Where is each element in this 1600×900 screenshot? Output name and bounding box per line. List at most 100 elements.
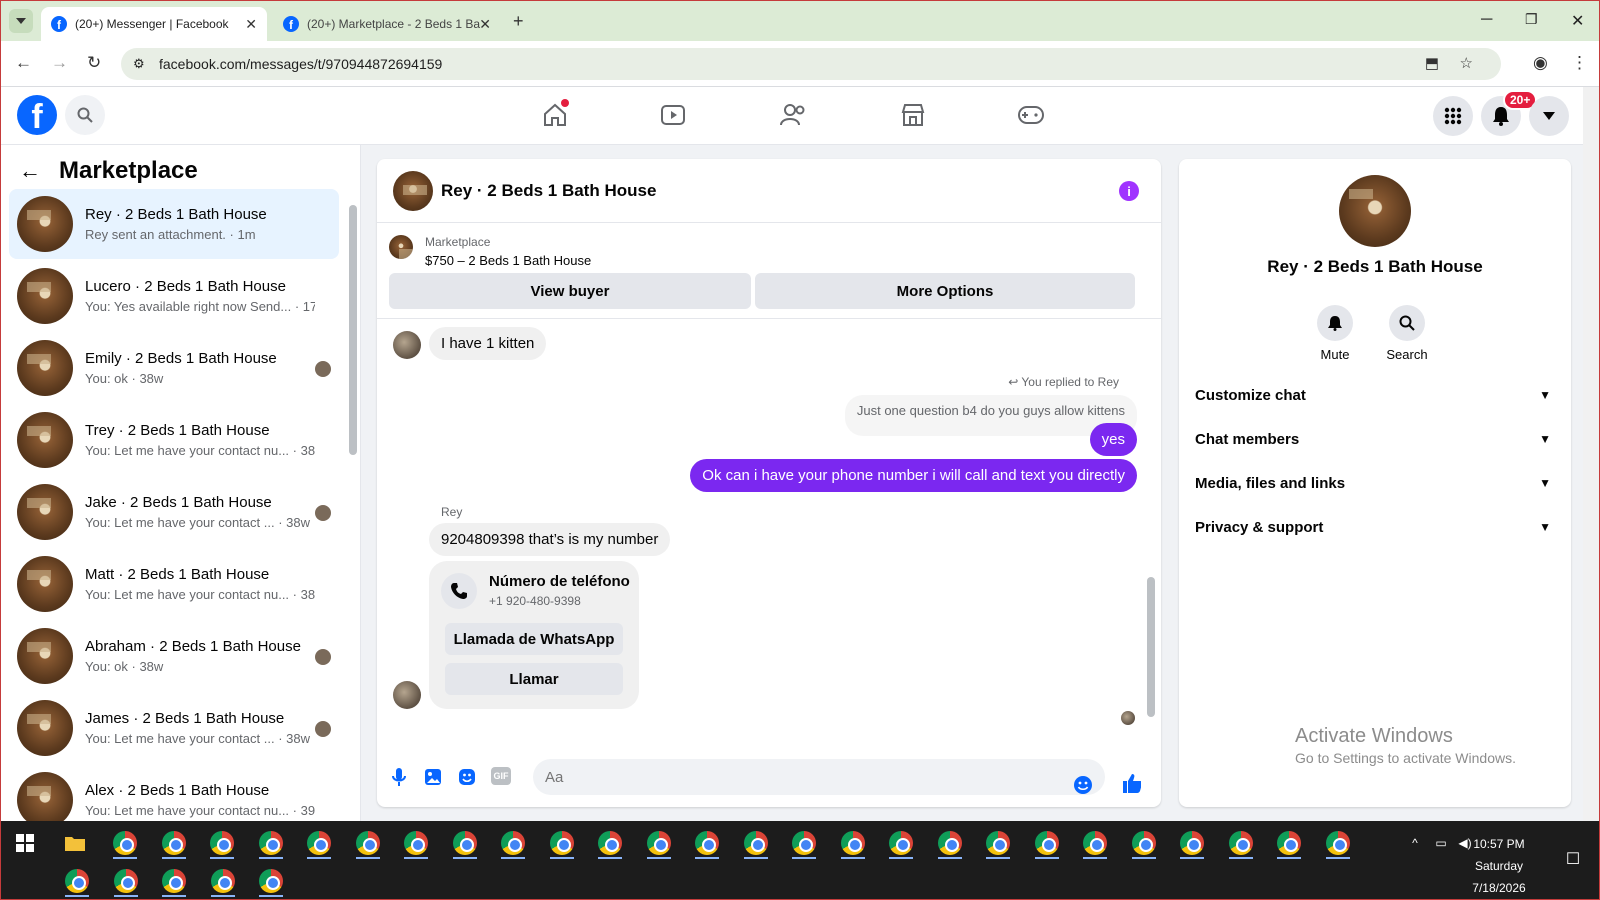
close-tab-icon[interactable]: ✕ <box>479 16 491 33</box>
bookmark-star-icon[interactable]: ☆ <box>1460 54 1473 72</box>
info-section-item[interactable]: Media, files and links ▼ <box>1195 465 1555 501</box>
chrome-taskbar-button[interactable] <box>400 827 432 859</box>
tab-search-button[interactable] <box>9 9 33 33</box>
facebook-logo-icon[interactable]: f <box>17 95 57 135</box>
message-bubble[interactable]: I have 1 kitten <box>429 327 547 360</box>
chrome-taskbar-button[interactable] <box>206 827 238 859</box>
conversation-item[interactable]: Abraham · 2 Beds 1 Bath House You: ok · 3… <box>9 621 339 691</box>
chat-title[interactable]: Rey · 2 Beds 1 Bath House <box>441 181 656 201</box>
whatsapp-call-button[interactable]: Llamada de WhatsApp <box>445 623 623 655</box>
chrome-taskbar-button[interactable] <box>449 827 481 859</box>
close-window-icon[interactable]: ✕ <box>1571 11 1584 31</box>
info-section-item[interactable]: Customize chat ▼ <box>1195 377 1555 413</box>
chrome-taskbar-button[interactable] <box>788 827 820 859</box>
chrome-taskbar-button[interactable] <box>1031 827 1063 859</box>
chrome-taskbar-button[interactable] <box>1225 827 1257 859</box>
message-bubble-outgoing[interactable]: yes <box>1089 423 1137 456</box>
chrome-taskbar-button[interactable] <box>207 865 239 897</box>
chrome-taskbar-button[interactable] <box>982 827 1014 859</box>
gif-button[interactable]: GIF <box>491 767 511 785</box>
watch-nav-button[interactable] <box>657 99 689 131</box>
attach-photo-button[interactable] <box>423 767 443 787</box>
home-nav-button[interactable] <box>539 99 571 131</box>
close-tab-icon[interactable]: ✕ <box>245 16 257 33</box>
chrome-taskbar-button[interactable] <box>1128 827 1160 859</box>
info-section-item[interactable]: Chat members ▼ <box>1195 421 1555 457</box>
message-bubble-outgoing[interactable]: Ok can i have your phone number i will c… <box>690 459 1137 492</box>
chrome-taskbar-button[interactable] <box>1273 827 1305 859</box>
restore-icon[interactable]: ❐ <box>1525 11 1538 28</box>
start-button[interactable] <box>9 827 41 859</box>
chrome-taskbar-button[interactable] <box>691 827 723 859</box>
conversation-item[interactable]: Lucero · 2 Beds 1 Bath House You: Yes ava… <box>9 261 339 331</box>
conversation-item[interactable]: James · 2 Beds 1 Bath House You: Let me h… <box>9 693 339 763</box>
account-button[interactable] <box>1529 96 1569 136</box>
system-clock[interactable]: 10:57 PM Saturday 7/18/2026 <box>1459 833 1539 899</box>
chrome-taskbar-button[interactable] <box>158 865 190 897</box>
action-center-icon[interactable]: ☐ <box>1557 843 1589 875</box>
chat-scrollbar[interactable] <box>1147 577 1155 717</box>
chrome-taskbar-button[interactable] <box>497 827 529 859</box>
file-explorer-button[interactable] <box>59 827 91 859</box>
tab-messenger[interactable]: f (20+) Messenger | Facebook ✕ <box>41 7 267 41</box>
chrome-taskbar-button[interactable] <box>934 827 966 859</box>
conversation-item[interactable]: Trey · 2 Beds 1 Bath House You: Let me ha… <box>9 405 339 475</box>
chrome-taskbar-button[interactable] <box>61 865 93 897</box>
conversation-item[interactable]: Jake · 2 Beds 1 Bath House You: Let me ha… <box>9 477 339 547</box>
more-options-button[interactable]: More Options <box>755 273 1135 309</box>
back-arrow-icon[interactable]: ← <box>19 158 41 184</box>
minimize-icon[interactable]: ─ <box>1481 11 1492 29</box>
chat-avatar[interactable] <box>393 170 433 211</box>
search-action[interactable]: Search <box>1367 305 1447 362</box>
site-settings-icon[interactable]: ⚙ <box>133 56 145 72</box>
message-input[interactable] <box>533 759 1105 795</box>
search-circle[interactable] <box>1389 305 1425 341</box>
search-button[interactable] <box>65 95 105 135</box>
menu-button[interactable] <box>1433 96 1473 136</box>
list-scrollbar[interactable] <box>349 205 357 455</box>
like-button[interactable] <box>1121 773 1141 793</box>
mute-circle[interactable] <box>1317 305 1353 341</box>
menu-dots-icon[interactable]: ⋮ <box>1571 53 1588 73</box>
tab-marketplace[interactable]: f (20+) Marketplace - 2 Beds 1 Ba ✕ <box>273 7 501 41</box>
chrome-taskbar-button[interactable] <box>594 827 626 859</box>
message-bubble[interactable]: 9204809398 that’s is my number <box>429 523 671 556</box>
chrome-taskbar-button[interactable] <box>255 865 287 897</box>
info-icon[interactable]: i <box>1119 181 1139 201</box>
marketplace-nav-button[interactable] <box>897 99 929 131</box>
chrome-taskbar-button[interactable] <box>303 827 335 859</box>
chrome-taskbar-button[interactable] <box>255 827 287 859</box>
listing-thumbnail[interactable] <box>389 235 413 259</box>
conversation-item[interactable]: Emily · 2 Beds 1 Bath House You: ok · 38w <box>9 333 339 403</box>
chrome-taskbar-button[interactable] <box>1176 827 1208 859</box>
chrome-taskbar-button[interactable] <box>740 827 772 859</box>
conversation-item[interactable]: Matt · 2 Beds 1 Bath House You: Let me ha… <box>9 549 339 619</box>
page-scrollbar[interactable] <box>1583 87 1599 821</box>
chrome-taskbar-button[interactable] <box>158 827 190 859</box>
chrome-taskbar-button[interactable] <box>1322 827 1354 859</box>
chrome-taskbar-button[interactable] <box>643 827 675 859</box>
chrome-taskbar-button[interactable] <box>109 827 141 859</box>
notifications-button[interactable]: 20+ <box>1481 90 1538 136</box>
chrome-taskbar-button[interactable] <box>885 827 917 859</box>
friends-nav-button[interactable] <box>777 99 809 131</box>
url-field[interactable]: ⚙ facebook.com/messages/t/97094487269415… <box>121 48 1501 80</box>
chrome-taskbar-button[interactable] <box>352 827 384 859</box>
mute-action[interactable]: Mute <box>1295 305 1375 362</box>
info-section-item[interactable]: Privacy & support ▼ <box>1195 509 1555 545</box>
conversation-item[interactable]: Rey · 2 Beds 1 Bath House Rey sent an att… <box>9 189 339 259</box>
chrome-taskbar-button[interactable] <box>110 865 142 897</box>
emoji-button[interactable] <box>1073 775 1093 795</box>
profile-avatar[interactable] <box>1339 175 1411 247</box>
chrome-taskbar-button[interactable] <box>1079 827 1111 859</box>
chrome-taskbar-button[interactable] <box>837 827 869 859</box>
voice-clip-button[interactable] <box>389 767 409 787</box>
call-button[interactable]: Llamar <box>445 663 623 695</box>
new-tab-button[interactable]: + <box>513 11 524 32</box>
chrome-taskbar-button[interactable] <box>546 827 578 859</box>
view-buyer-button[interactable]: View buyer <box>389 273 751 309</box>
sticker-button[interactable] <box>457 767 477 787</box>
profile-icon[interactable]: ◉ <box>1533 53 1548 73</box>
forward-arrow-icon[interactable]: → <box>51 53 68 73</box>
reload-icon[interactable]: ↻ <box>87 53 101 73</box>
